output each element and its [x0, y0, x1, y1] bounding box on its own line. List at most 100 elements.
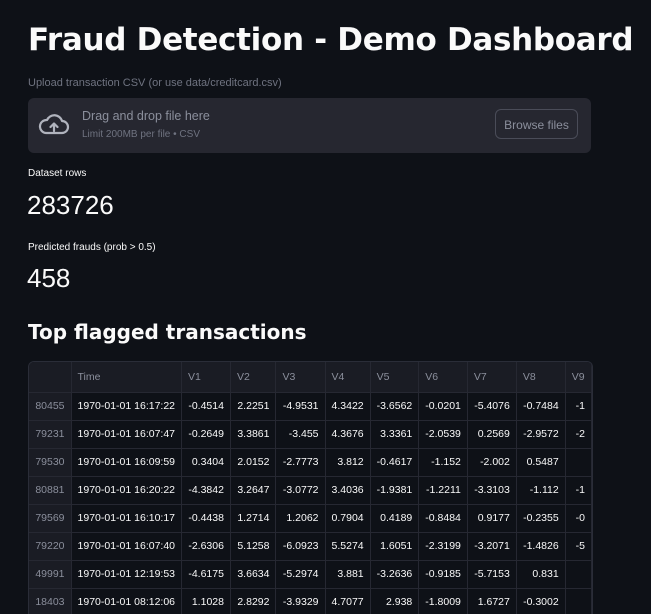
- cell-v2[interactable]: 2.8292: [230, 588, 277, 614]
- flagged-transactions-table[interactable]: Time V1 V2 V3 V4 V5 V6 V7 V8 V9 80455 197…: [28, 361, 593, 614]
- row-index[interactable]: 79220: [29, 532, 72, 561]
- cell-v1[interactable]: -4.6175: [181, 560, 231, 589]
- cell-v3[interactable]: -5.2974: [275, 560, 326, 589]
- cell-v9[interactable]: -1: [565, 476, 592, 505]
- cell-v9[interactable]: [565, 448, 592, 477]
- row-index[interactable]: 18403: [29, 588, 72, 614]
- cell-v8[interactable]: -2.9572: [516, 420, 566, 449]
- cell-v2[interactable]: 3.3861: [230, 420, 277, 449]
- cell-time[interactable]: 1970-01-01 08:12:06: [71, 588, 183, 614]
- cell-v1[interactable]: -0.2649: [181, 420, 231, 449]
- cell-v4[interactable]: 4.3676: [325, 420, 371, 449]
- cell-v9[interactable]: [565, 560, 592, 589]
- table-row[interactable]: 18403 1970-01-01 08:12:06 1.1028 2.8292 -3.9…: [29, 588, 592, 614]
- cell-v1[interactable]: 0.3404: [181, 448, 231, 477]
- cell-v3[interactable]: -3.0772: [275, 476, 326, 505]
- cell-v6[interactable]: -1.2211: [418, 476, 468, 505]
- cell-v2[interactable]: 2.2251: [230, 392, 277, 421]
- cell-v8[interactable]: -0.2355: [516, 504, 566, 533]
- cell-v8[interactable]: -0.7484: [516, 392, 566, 421]
- cell-v6[interactable]: -0.0201: [418, 392, 468, 421]
- cell-v7[interactable]: -3.2071: [467, 532, 517, 561]
- cell-v7[interactable]: 0.2569: [467, 420, 517, 449]
- cell-v2[interactable]: 5.1258: [230, 532, 277, 561]
- cell-v1[interactable]: 1.1028: [181, 588, 231, 614]
- cell-v4[interactable]: 5.5274: [325, 532, 371, 561]
- cell-v7[interactable]: -3.3103: [467, 476, 517, 505]
- cell-v2[interactable]: 3.6634: [230, 560, 277, 589]
- cell-v5[interactable]: 1.6051: [370, 532, 420, 561]
- column-header-v5[interactable]: V5: [370, 362, 420, 393]
- row-index[interactable]: 49991: [29, 560, 72, 589]
- cell-v5[interactable]: -3.6562: [370, 392, 420, 421]
- column-header-v7[interactable]: V7: [467, 362, 517, 393]
- table-row[interactable]: 79530 1970-01-01 16:09:59 0.3404 2.0152 -2.7…: [29, 448, 592, 477]
- cell-v6[interactable]: -1.8009: [418, 588, 468, 614]
- cell-v5[interactable]: -0.4617: [370, 448, 420, 477]
- table-row[interactable]: 80455 1970-01-01 16:17:22 -0.4514 2.2251 -4.…: [29, 392, 592, 421]
- cell-v3[interactable]: -3.455: [275, 420, 326, 449]
- cell-v4[interactable]: 0.7904: [325, 504, 371, 533]
- cell-v6[interactable]: -0.8484: [418, 504, 468, 533]
- browse-files-button[interactable]: Browse files: [495, 109, 578, 139]
- cell-v8[interactable]: -1.4826: [516, 532, 566, 561]
- cell-v8[interactable]: -0.3002: [516, 588, 566, 614]
- cell-v8[interactable]: 0.5487: [516, 448, 566, 477]
- column-header-v1[interactable]: V1: [181, 362, 231, 393]
- cell-v5[interactable]: -3.2636: [370, 560, 420, 589]
- cell-time[interactable]: 1970-01-01 16:07:40: [71, 532, 183, 561]
- cell-v7[interactable]: -5.7153: [467, 560, 517, 589]
- cell-v3[interactable]: -6.0923: [275, 532, 326, 561]
- cell-v6[interactable]: -1.152: [418, 448, 468, 477]
- row-index[interactable]: 79530: [29, 448, 72, 477]
- cell-time[interactable]: 1970-01-01 12:19:53: [71, 560, 183, 589]
- row-index[interactable]: 80881: [29, 476, 72, 505]
- table-row[interactable]: 49991 1970-01-01 12:19:53 -4.6175 3.6634 -5.…: [29, 560, 592, 589]
- cell-v7[interactable]: -5.4076: [467, 392, 517, 421]
- column-header-v2[interactable]: V2: [230, 362, 277, 393]
- cell-v2[interactable]: 3.2647: [230, 476, 277, 505]
- cell-time[interactable]: 1970-01-01 16:07:47: [71, 420, 183, 449]
- table-row[interactable]: 79569 1970-01-01 16:10:17 -0.4438 1.2714 1.2…: [29, 504, 592, 533]
- cell-v9[interactable]: -1: [565, 392, 592, 421]
- cell-v1[interactable]: -2.6306: [181, 532, 231, 561]
- table-row[interactable]: 80881 1970-01-01 16:20:22 -4.3842 3.2647 -3.…: [29, 476, 592, 505]
- cell-v5[interactable]: 0.4189: [370, 504, 420, 533]
- cell-v7[interactable]: 1.6727: [467, 588, 517, 614]
- cell-v2[interactable]: 1.2714: [230, 504, 277, 533]
- cell-v8[interactable]: -1.112: [516, 476, 566, 505]
- column-header-v4[interactable]: V4: [325, 362, 371, 393]
- table-row[interactable]: 79220 1970-01-01 16:07:40 -2.6306 5.1258 -6.…: [29, 532, 592, 561]
- cell-v1[interactable]: -4.3842: [181, 476, 231, 505]
- cell-v6[interactable]: -2.3199: [418, 532, 468, 561]
- cell-v4[interactable]: 3.812: [325, 448, 371, 477]
- cell-v7[interactable]: -2.002: [467, 448, 517, 477]
- column-header-v9[interactable]: V9: [565, 362, 592, 393]
- table-row[interactable]: 79231 1970-01-01 16:07:47 -0.2649 3.3861 -3.…: [29, 420, 592, 449]
- cell-v6[interactable]: -2.0539: [418, 420, 468, 449]
- cell-time[interactable]: 1970-01-01 16:10:17: [71, 504, 183, 533]
- column-header-v8[interactable]: V8: [516, 362, 566, 393]
- cell-v6[interactable]: -0.9185: [418, 560, 468, 589]
- cell-v9[interactable]: [565, 588, 592, 614]
- cell-v3[interactable]: -2.7773: [275, 448, 326, 477]
- cell-time[interactable]: 1970-01-01 16:20:22: [71, 476, 183, 505]
- cell-v3[interactable]: -4.9531: [275, 392, 326, 421]
- cell-v5[interactable]: 2.938: [370, 588, 420, 614]
- row-index[interactable]: 79569: [29, 504, 72, 533]
- column-header-time[interactable]: Time: [71, 362, 183, 393]
- cell-v4[interactable]: 3.4036: [325, 476, 371, 505]
- column-header-v3[interactable]: V3: [275, 362, 326, 393]
- row-index[interactable]: 79231: [29, 420, 72, 449]
- cell-v9[interactable]: -5: [565, 532, 592, 561]
- cell-v3[interactable]: -3.9329: [275, 588, 326, 614]
- cell-v4[interactable]: 4.3422: [325, 392, 371, 421]
- cell-v4[interactable]: 4.7077: [325, 588, 371, 614]
- cell-v3[interactable]: 1.2062: [275, 504, 326, 533]
- cell-v1[interactable]: -0.4438: [181, 504, 231, 533]
- row-index[interactable]: 80455: [29, 392, 72, 421]
- cell-time[interactable]: 1970-01-01 16:09:59: [71, 448, 183, 477]
- cell-v2[interactable]: 2.0152: [230, 448, 277, 477]
- cell-v8[interactable]: 0.831: [516, 560, 566, 589]
- cell-v7[interactable]: 0.9177: [467, 504, 517, 533]
